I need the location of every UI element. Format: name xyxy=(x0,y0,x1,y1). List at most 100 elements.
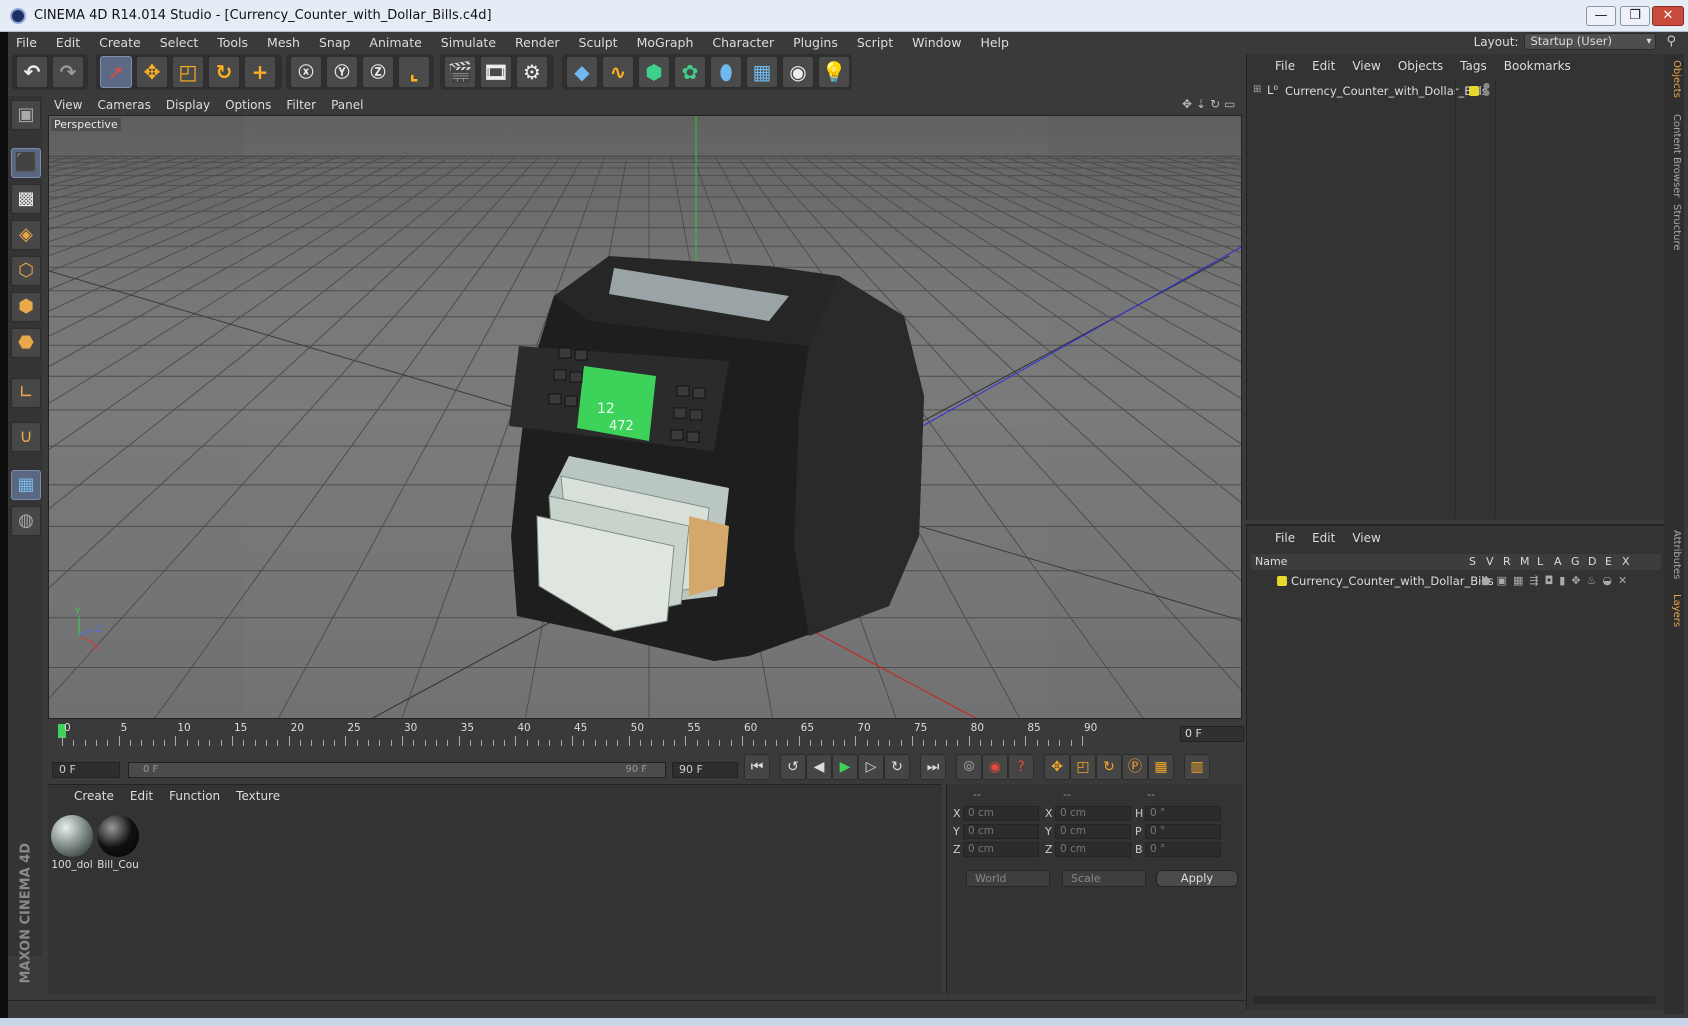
deformer-icon[interactable]: ⬮ xyxy=(710,56,742,88)
coord-value-field[interactable]: 0 cm xyxy=(963,824,1039,839)
redo-icon[interactable]: ↷ xyxy=(52,56,84,88)
layer-column-e[interactable]: E xyxy=(1605,555,1612,568)
layer-column-s[interactable]: S xyxy=(1469,555,1476,568)
play-icon[interactable]: ▶ xyxy=(832,754,858,780)
menu-simulate[interactable]: Simulate xyxy=(441,35,496,50)
edges-mode-icon[interactable]: ⬢ xyxy=(11,292,41,322)
layer-row[interactable]: Currency_Counter_with_Dollar_Bills ●▣▦⇶◘… xyxy=(1251,572,1661,590)
coord-value-field[interactable]: 0 ° xyxy=(1145,806,1221,821)
viewport-navigation-icons[interactable]: ✥⇣↻▭ xyxy=(1182,97,1240,111)
workplane-mode-icon[interactable]: ◈ xyxy=(11,220,41,250)
coordinate-mode-dropdown[interactable]: World xyxy=(966,870,1050,887)
timeline-window-icon[interactable]: ▥ xyxy=(1184,754,1210,780)
layer-flag-icons[interactable]: ●▣▦⇶◘▮✥♨◒✕ xyxy=(1481,574,1633,587)
menu-help[interactable]: Help xyxy=(980,35,1009,50)
layer-column-g[interactable]: G xyxy=(1571,555,1580,568)
menu-mograph[interactable]: MoGraph xyxy=(637,35,694,50)
layer-column-a[interactable]: A xyxy=(1554,555,1562,568)
coord-value-field[interactable]: 0 cm xyxy=(1055,806,1131,821)
horizontal-scrollbar[interactable] xyxy=(1253,996,1657,1004)
record-keys-icon[interactable]: ⦾ xyxy=(956,754,982,780)
layer-column-r[interactable]: R xyxy=(1503,555,1511,568)
timeline-ruler[interactable]: 0 5 10 15 20 25 30 35 40 45 50 55 60 65 70 75 80 85 90 xyxy=(48,722,1242,748)
key-pla-icon[interactable]: ▦ xyxy=(1148,754,1174,780)
next-frame-icon[interactable]: ▷ xyxy=(858,754,884,780)
object-menu-bookmarks[interactable]: Bookmarks xyxy=(1504,59,1571,73)
keyframe-selection-icon[interactable]: ? xyxy=(1008,754,1034,780)
viewport-menu-options[interactable]: Options xyxy=(225,98,271,112)
layer-column-m[interactable]: M xyxy=(1520,555,1530,568)
object-menu-file[interactable]: File xyxy=(1275,59,1295,73)
coord-value-field[interactable]: 0 ° xyxy=(1145,842,1221,857)
tab-attributes[interactable]: Attributes xyxy=(1666,530,1682,579)
size-mode-dropdown[interactable]: Scale xyxy=(1062,870,1146,887)
last-tool-icon[interactable]: + xyxy=(244,56,276,88)
menu-window[interactable]: Window xyxy=(912,35,961,50)
layer-menu-view[interactable]: View xyxy=(1352,531,1380,545)
next-key-icon[interactable]: ↻ xyxy=(884,754,910,780)
viewport-menu-view[interactable]: View xyxy=(54,98,82,112)
move-tool-icon[interactable]: ✥ xyxy=(136,56,168,88)
points-mode-icon[interactable]: ⬡ xyxy=(11,256,41,286)
menu-edit[interactable]: Edit xyxy=(56,35,80,50)
previous-frame-icon[interactable]: ◀ xyxy=(806,754,832,780)
apply-button[interactable]: Apply xyxy=(1156,870,1238,887)
spline-pen-icon[interactable]: ∿ xyxy=(602,56,634,88)
undo-icon[interactable]: ↶ xyxy=(16,56,48,88)
menu-create[interactable]: Create xyxy=(99,35,141,50)
axis-mode-icon[interactable]: ∟ xyxy=(11,378,41,408)
subdivision-surface-icon[interactable]: ⬢ xyxy=(638,56,670,88)
key-scale-icon[interactable]: ◰ xyxy=(1070,754,1096,780)
viewport-menu-panel[interactable]: Panel xyxy=(331,98,363,112)
layout-dropdown[interactable]: Startup (User) xyxy=(1524,33,1657,50)
scale-tool-icon[interactable]: ◰ xyxy=(172,56,204,88)
light-icon[interactable]: 💡 xyxy=(818,56,850,88)
menu-animate[interactable]: Animate xyxy=(369,35,421,50)
object-menu-view[interactable]: View xyxy=(1352,59,1380,73)
visibility-dots-icon[interactable]: ● ● xyxy=(1483,82,1490,97)
previous-key-icon[interactable]: ↺ xyxy=(780,754,806,780)
go-to-start-icon[interactable]: ⏮ xyxy=(744,754,770,780)
camera-icon[interactable]: ◉ xyxy=(782,56,814,88)
live-selection-icon[interactable]: ➚ xyxy=(100,56,132,88)
layer-menu-file[interactable]: File xyxy=(1275,531,1295,545)
search-icon[interactable]: ⚲ xyxy=(1666,34,1676,49)
viewport-menu-display[interactable]: Display xyxy=(166,98,210,112)
object-menu-tags[interactable]: Tags xyxy=(1460,59,1487,73)
close-button[interactable]: ✕ xyxy=(1652,6,1684,26)
object-row[interactable]: ⊞ L⁰ Currency_Counter_with_Dollar_Bills … xyxy=(1251,82,1661,100)
layer-column-v[interactable]: V xyxy=(1486,555,1494,568)
material-bill-cou[interactable]: Bill_Cou xyxy=(96,815,140,875)
object-menu-edit[interactable]: Edit xyxy=(1312,59,1335,73)
coord-value-field[interactable]: 0 cm xyxy=(1055,842,1131,857)
current-frame-field[interactable]: 0 F xyxy=(1180,726,1244,742)
floor-icon[interactable]: ▦ xyxy=(746,56,778,88)
cube-icon[interactable]: ◆ xyxy=(566,56,598,88)
planar-workplane-icon[interactable]: ◍ xyxy=(11,506,41,536)
texture-mode-icon[interactable]: ▩ xyxy=(11,184,41,214)
material-menu-function[interactable]: Function xyxy=(169,789,220,803)
menu-plugins[interactable]: Plugins xyxy=(793,35,838,50)
expand-icon[interactable]: ⊞ xyxy=(1253,84,1261,95)
go-to-end-icon[interactable]: ⏭ xyxy=(920,754,946,780)
frame-range-slider[interactable]: 0 F 90 F xyxy=(128,762,666,778)
snap-magnet-icon[interactable]: ∪ xyxy=(11,422,41,452)
key-parameter-icon[interactable]: Ⓟ xyxy=(1122,754,1148,780)
y-axis-lock-icon[interactable]: Ⓨ xyxy=(326,56,358,88)
x-axis-lock-icon[interactable]: ⓧ xyxy=(290,56,322,88)
z-axis-lock-icon[interactable]: Ⓩ xyxy=(362,56,394,88)
cloner-icon[interactable]: ✿ xyxy=(674,56,706,88)
render-view-icon[interactable]: 🎬 xyxy=(444,56,476,88)
object-menu-objects[interactable]: Objects xyxy=(1398,59,1443,73)
material-menu-create[interactable]: Create xyxy=(74,789,114,803)
menu-snap[interactable]: Snap xyxy=(319,35,350,50)
menu-render[interactable]: Render xyxy=(515,35,560,50)
render-settings-icon[interactable]: ⚙ xyxy=(516,56,548,88)
material-100-dol[interactable]: 100_dol xyxy=(50,815,94,875)
locked-workplane-icon[interactable]: ▦ xyxy=(11,470,41,500)
coord-value-field[interactable]: 0 cm xyxy=(963,842,1039,857)
layer-column-l[interactable]: L xyxy=(1537,555,1543,568)
tab-layers[interactable]: Layers xyxy=(1666,594,1682,627)
menu-tools[interactable]: Tools xyxy=(217,35,248,50)
material-menu-texture[interactable]: Texture xyxy=(236,789,280,803)
